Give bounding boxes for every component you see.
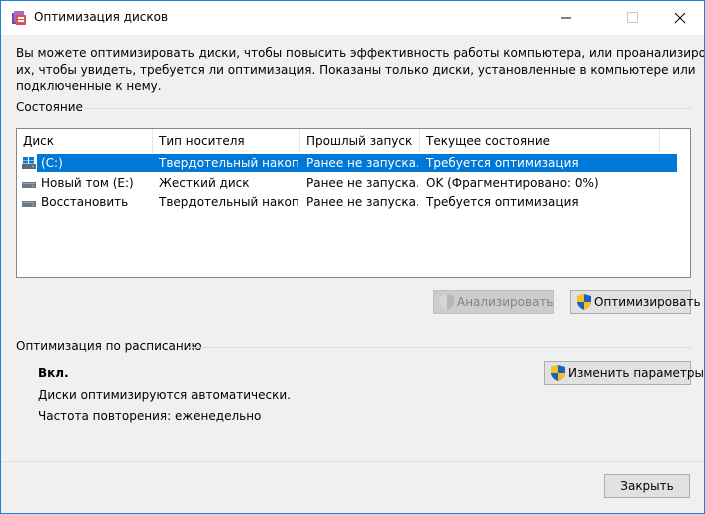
drive-row[interactable]: Восстановить Твердотельный накоп... Ране… bbox=[17, 193, 677, 211]
maximize-icon bbox=[627, 12, 638, 23]
drive-row[interactable]: Новый том (E:) Жесткий диск Ранее не зап… bbox=[17, 174, 677, 192]
section-divider bbox=[85, 108, 691, 109]
column-header-disk[interactable]: Диск bbox=[17, 129, 153, 153]
uac-shield-icon bbox=[577, 293, 591, 310]
schedule-status: Вкл. bbox=[38, 366, 69, 380]
column-header-current-state[interactable]: Текущее состояние bbox=[420, 129, 660, 153]
analyze-button[interactable]: Анализировать bbox=[433, 290, 554, 314]
drive-last-run: Ранее не запуска... bbox=[306, 156, 418, 170]
drive-media-type: Твердотельный накоп... bbox=[159, 156, 298, 170]
drive-name: Новый том (E:) bbox=[41, 176, 134, 190]
defrag-app-icon bbox=[12, 11, 26, 25]
drive-media-type: Твердотельный накоп... bbox=[159, 195, 298, 209]
drive-last-run: Ранее не запуска... bbox=[306, 195, 418, 209]
description-text: Вы можете оптимизировать диски, чтобы по… bbox=[16, 45, 705, 95]
uac-shield-icon bbox=[551, 364, 565, 381]
optimize-button-label: Оптимизировать bbox=[594, 295, 701, 309]
drive-state: Требуется оптимизация bbox=[426, 195, 579, 209]
section-divider bbox=[188, 347, 691, 348]
drive-icon bbox=[22, 182, 36, 188]
window-title: Оптимизация дисков bbox=[34, 10, 169, 24]
description-line: их, чтобы увидеть, требуется ли оптимиза… bbox=[16, 62, 696, 77]
drive-list[interactable]: Диск Тип носителя Прошлый запуск Текущее… bbox=[16, 128, 691, 278]
drive-state: Требуется оптимизация bbox=[426, 156, 579, 170]
drive-media-type: Жесткий диск bbox=[159, 176, 250, 190]
schedule-frequency: Частота повторения: еженедельно bbox=[38, 409, 262, 423]
minimize-button[interactable] bbox=[543, 1, 589, 35]
schedule-section-label: Оптимизация по расписанию bbox=[16, 339, 202, 353]
close-window-button[interactable] bbox=[657, 1, 703, 35]
column-header-media-type[interactable]: Тип носителя bbox=[153, 129, 300, 153]
drive-name: Восстановить bbox=[41, 195, 129, 209]
status-section-label: Состояние bbox=[16, 100, 83, 114]
close-button[interactable]: Закрыть bbox=[604, 474, 690, 498]
optimize-button[interactable]: Оптимизировать bbox=[570, 290, 701, 314]
description-line: Вы можете оптимизировать диски, чтобы по… bbox=[16, 46, 705, 60]
drive-state: OK (Фрагментировано: 0%) bbox=[426, 176, 599, 190]
schedule-auto-text: Диски оптимизируются автоматически. bbox=[38, 388, 291, 402]
description-line: подключенные к нему. bbox=[16, 79, 162, 93]
drive-last-run: Ранее не запуска... bbox=[306, 176, 418, 190]
maximize-button[interactable] bbox=[609, 1, 655, 35]
drive-row[interactable]: (C:) Твердотельный накоп... Ранее не зап… bbox=[17, 154, 677, 172]
close-icon bbox=[674, 12, 686, 24]
change-settings-button[interactable]: Изменить параметры bbox=[544, 361, 704, 385]
title-bar[interactable]: Оптимизация дисков bbox=[1, 1, 704, 35]
drive-icon bbox=[22, 201, 36, 207]
change-settings-label: Изменить параметры bbox=[568, 366, 705, 380]
analyze-button-label: Анализировать bbox=[457, 295, 554, 309]
disk-optimization-window: Оптимизация дисков Вы можете оптимизиров… bbox=[0, 0, 705, 514]
footer-bar: Закрыть bbox=[1, 461, 704, 513]
column-header-last-run[interactable]: Прошлый запуск bbox=[300, 129, 420, 153]
uac-shield-icon bbox=[440, 293, 454, 310]
windows-drive-icon bbox=[22, 157, 36, 169]
drive-name: (C:) bbox=[41, 156, 63, 170]
minimize-icon bbox=[561, 17, 571, 19]
drive-list-header: Диск Тип носителя Прошлый запуск Текущее… bbox=[17, 129, 690, 153]
